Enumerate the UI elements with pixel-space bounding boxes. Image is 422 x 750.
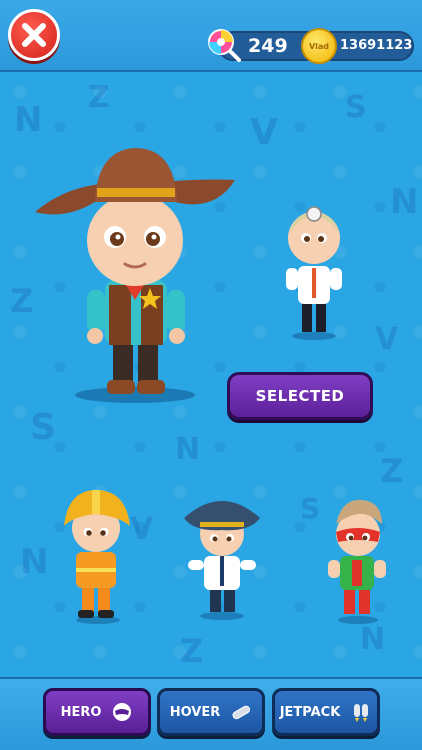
coin-icon: Vlad	[301, 28, 337, 64]
hero-mask-icon	[111, 701, 133, 723]
tab-hover-label: HOVER	[169, 704, 221, 720]
candy-count: 249	[248, 35, 288, 57]
tab-jetpack-label: JETPACK	[279, 704, 341, 720]
hoverboard-icon	[230, 701, 252, 723]
tab-hover[interactable]: HOVER	[157, 688, 265, 736]
tab-hero[interactable]: HERO	[43, 688, 151, 736]
coin-count: 13691123	[340, 38, 413, 53]
tab-jetpack[interactable]: JETPACK	[272, 688, 380, 736]
lollipop-icon	[208, 29, 241, 62]
character-firefighter[interactable]	[58, 486, 136, 624]
character-doctor[interactable]	[278, 196, 350, 340]
close-button[interactable]	[8, 9, 60, 61]
character-pilot[interactable]	[182, 492, 262, 620]
character-cowboy[interactable]	[35, 140, 235, 405]
coin-label: Vlad	[308, 41, 330, 51]
selected-button[interactable]: SELECTED	[227, 372, 373, 420]
character-superhero[interactable]	[322, 494, 392, 624]
close-icon	[22, 23, 46, 47]
jetpack-icon	[350, 701, 372, 723]
tab-hero-label: HERO	[60, 704, 102, 720]
